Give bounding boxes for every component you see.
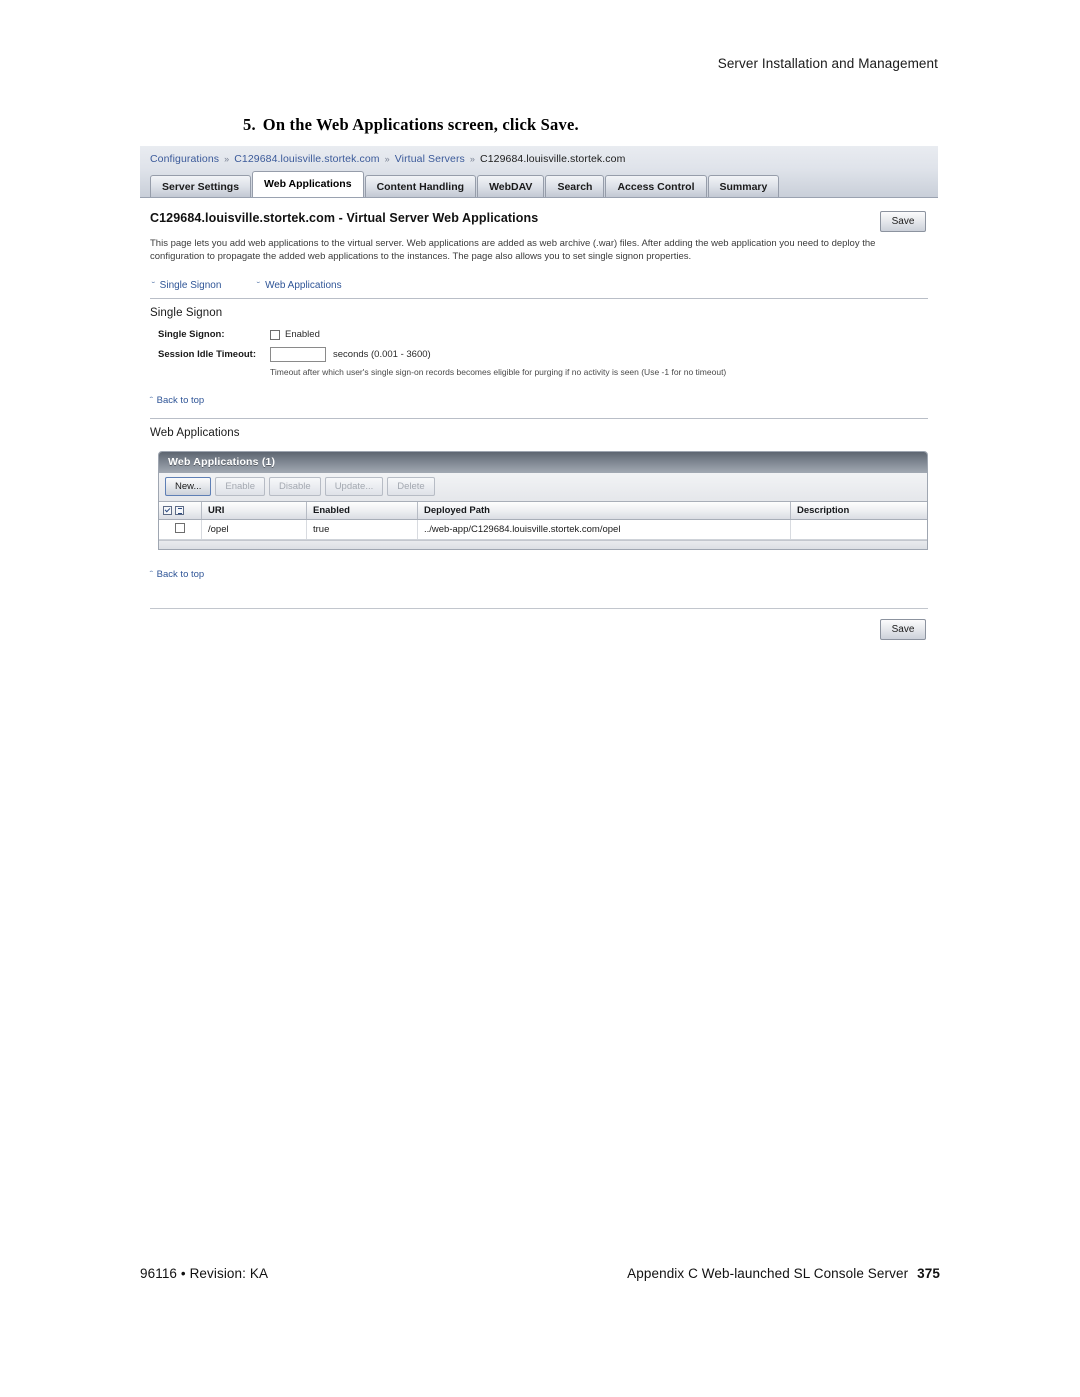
disable-button[interactable]: Disable: [269, 477, 321, 496]
running-header: Server Installation and Management: [717, 56, 938, 71]
save-button-bottom[interactable]: Save: [880, 619, 926, 640]
page-footer: 96116 • Revision: KA Appendix C Web-laun…: [140, 1266, 940, 1281]
select-all-icon[interactable]: [163, 505, 172, 515]
table-header-deployed-path[interactable]: Deployed Path: [417, 502, 791, 520]
session-idle-timeout-units: seconds (0.001 - 3600): [333, 349, 431, 360]
breadcrumb: Configurations » C129684.louisville.storte…: [140, 146, 938, 170]
anchor-link-web-applications-label: Web Applications: [265, 280, 342, 291]
session-idle-timeout-input[interactable]: [270, 347, 326, 362]
web-applications-panel-wrap: Web Applications (1) New... Enable Disab…: [140, 441, 938, 550]
tab-summary[interactable]: Summary: [707, 175, 780, 197]
title-row: C129684.louisville.stortek.com - Virtual…: [140, 198, 938, 232]
table-header-description[interactable]: Description: [790, 502, 927, 520]
anchor-link-single-signon-label: Single Signon: [159, 280, 222, 291]
back-to-top-row-web-applications: ˆ Back to top: [140, 550, 938, 582]
browser-chrome: Configurations » C129684.louisville.storte…: [140, 146, 938, 198]
delete-button[interactable]: Delete: [387, 477, 435, 496]
chevron-down-icon: ˇ: [256, 281, 261, 290]
breadcrumb-separator-icon: »: [224, 154, 230, 164]
breadcrumb-item-virtual-servers[interactable]: Virtual Servers: [395, 153, 465, 165]
panel-footer: [159, 540, 927, 549]
save-button-top[interactable]: Save: [880, 211, 926, 232]
breadcrumb-item-configurations[interactable]: Configurations: [150, 153, 219, 165]
single-signon-label: Single Signon:: [158, 329, 225, 340]
back-to-top-link-web-applications[interactable]: ˆ Back to top: [149, 569, 205, 580]
chevron-up-icon: ˆ: [149, 396, 154, 405]
tab-web-applications[interactable]: Web Applications: [252, 171, 364, 197]
step-number: 5.: [243, 115, 256, 134]
anchor-link-single-signon[interactable]: ˇ Single Signon: [151, 280, 222, 291]
row-enabled: true: [306, 519, 418, 540]
footer-page-number: 375: [917, 1266, 940, 1281]
web-applications-panel: Web Applications (1) New... Enable Disab…: [158, 451, 928, 550]
chevron-up-icon: ˆ: [149, 570, 154, 579]
anchor-link-web-applications[interactable]: ˇ Web Applications: [256, 280, 342, 291]
single-signon-enabled-row: Single Signon: Enabled: [158, 329, 928, 340]
breadcrumb-separator-icon: »: [384, 154, 390, 164]
single-signon-enabled-checkbox[interactable]: [270, 329, 280, 340]
tab-access-control[interactable]: Access Control: [605, 175, 707, 197]
web-applications-panel-title: Web Applications (1): [159, 452, 927, 473]
single-signon-enabled-label: Enabled: [285, 329, 320, 340]
page-body: C129684.louisville.stortek.com - Virtual…: [140, 198, 938, 650]
breadcrumb-item-config-host[interactable]: C129684.louisville.stortek.com: [234, 153, 379, 165]
tab-search[interactable]: Search: [545, 175, 605, 197]
section-title-single-signon: Single Signon: [150, 307, 223, 319]
step-heading: 5. On the Web Applications screen, click …: [243, 115, 579, 135]
footer-left: 96116 • Revision: KA: [140, 1266, 269, 1281]
table-header-enabled[interactable]: Enabled: [306, 502, 418, 520]
tab-webdav[interactable]: WebDAV: [477, 175, 545, 197]
row-deployed-path: ../web-app/C129684.louisville.stortek.co…: [417, 519, 791, 540]
tab-content-handling[interactable]: Content Handling: [364, 175, 477, 197]
step-text: On the Web Applications screen, click Sa…: [262, 115, 579, 134]
table-row[interactable]: /opel true ../web-app/C129684.louisville…: [159, 519, 927, 540]
session-idle-timeout-hint: Timeout after which user's single sign-o…: [270, 367, 727, 377]
row-description: [790, 519, 927, 540]
table-header-uri[interactable]: URI: [201, 502, 307, 520]
update-button[interactable]: Update...: [324, 477, 384, 496]
footer-right-label: Appendix C Web-launched SL Console Serve…: [627, 1266, 909, 1281]
back-to-top-label: Back to top: [156, 569, 205, 580]
breadcrumb-item-current: C129684.louisville.stortek.com: [480, 153, 626, 165]
column-options-icon[interactable]: [175, 505, 184, 515]
session-idle-timeout-label: Session Idle Timeout:: [158, 349, 257, 360]
row-checkbox[interactable]: [175, 523, 185, 533]
tab-server-settings[interactable]: Server Settings: [150, 175, 252, 197]
page-title: C129684.louisville.stortek.com - Virtual…: [150, 211, 539, 225]
web-applications-table: URI Enabled Deployed Path Description /o…: [159, 502, 927, 540]
tab-bar: Server Settings Web Applications Content…: [140, 170, 938, 197]
breadcrumb-separator-icon: »: [469, 154, 476, 164]
row-uri: /opel: [201, 519, 307, 540]
enable-button[interactable]: Enable: [215, 477, 265, 496]
application-screenshot: Configurations » C129684.louisville.storte…: [140, 146, 938, 650]
back-to-top-label: Back to top: [156, 395, 205, 406]
bottom-save-row: Save: [140, 609, 938, 644]
new-button[interactable]: New...: [165, 477, 212, 496]
anchor-links: ˇ Single Signon ˇ Web Applications: [140, 263, 938, 298]
single-signon-form: Single Signon: Enabled Session Idle Time…: [140, 321, 938, 377]
page-description: This page lets you add web applications …: [150, 238, 876, 262]
web-applications-toolbar: New... Enable Disable Update... Delete: [159, 473, 927, 502]
table-header-select: [159, 502, 202, 520]
chevron-down-icon: ˇ: [151, 281, 156, 290]
footer-right: Appendix C Web-launched SL Console Serve…: [627, 1266, 940, 1281]
back-to-top-link-single-signon[interactable]: ˆ Back to top: [149, 395, 205, 406]
row-select-cell: [159, 519, 202, 540]
session-idle-timeout-row: Session Idle Timeout: seconds (0.001 - 3…: [158, 347, 928, 362]
section-title-web-applications: Web Applications: [150, 427, 240, 439]
back-to-top-row-single-signon: ˆ Back to top: [140, 381, 938, 408]
table-header-row: URI Enabled Deployed Path Description: [159, 502, 927, 520]
